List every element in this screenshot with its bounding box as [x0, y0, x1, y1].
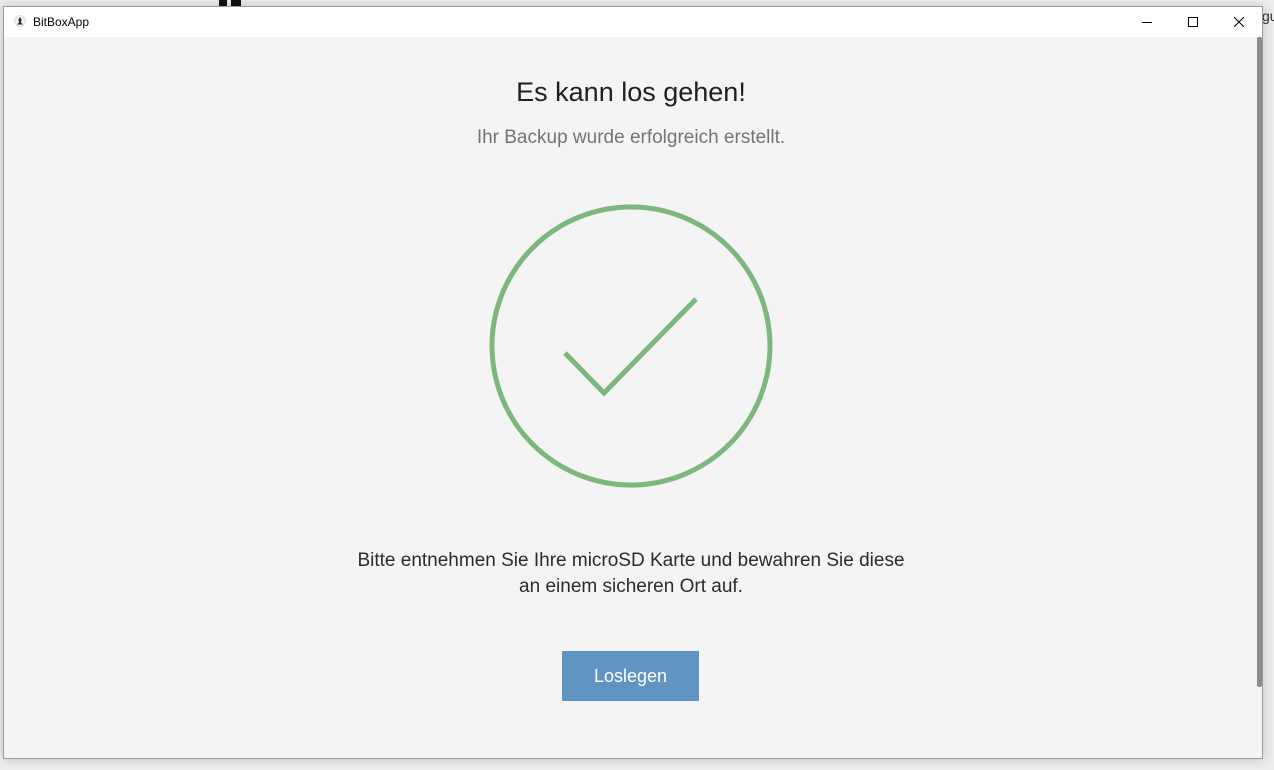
- success-circle: [489, 204, 773, 488]
- success-checkmark: [563, 297, 698, 397]
- app-window: BitBoxApp Es kann los gehen! Ihr Backup …: [3, 6, 1263, 759]
- backup-success-view: Es kann los gehen! Ihr Backup wurde erfo…: [4, 37, 1256, 758]
- maximize-icon: [1188, 17, 1198, 27]
- instruction-line-1: Bitte entnehmen Sie Ihre microSD Karte u…: [357, 550, 905, 571]
- window-title: BitBoxApp: [33, 15, 90, 29]
- close-icon: [1234, 17, 1244, 27]
- page-title: Es kann los gehen!: [516, 77, 746, 107]
- minimize-icon: [1142, 22, 1152, 23]
- page-subtitle: Ihr Backup wurde erfolgreich erstellt.: [476, 127, 786, 148]
- instruction-line-2: an einem sicheren Ort auf.: [519, 576, 743, 597]
- minimize-button[interactable]: [1124, 7, 1170, 37]
- checkmark-circle-icon: [489, 204, 773, 488]
- bitbox-app-icon: [14, 15, 26, 27]
- continue-button[interactable]: Loslegen: [562, 651, 699, 701]
- background-window-text: gu: [1262, 8, 1274, 24]
- maximize-button[interactable]: [1170, 7, 1216, 37]
- title-bar[interactable]: BitBoxApp: [4, 7, 1262, 37]
- close-button[interactable]: [1216, 7, 1262, 37]
- microsd-instructions: Bitte entnehmen Sie Ihre microSD Karte u…: [331, 548, 931, 600]
